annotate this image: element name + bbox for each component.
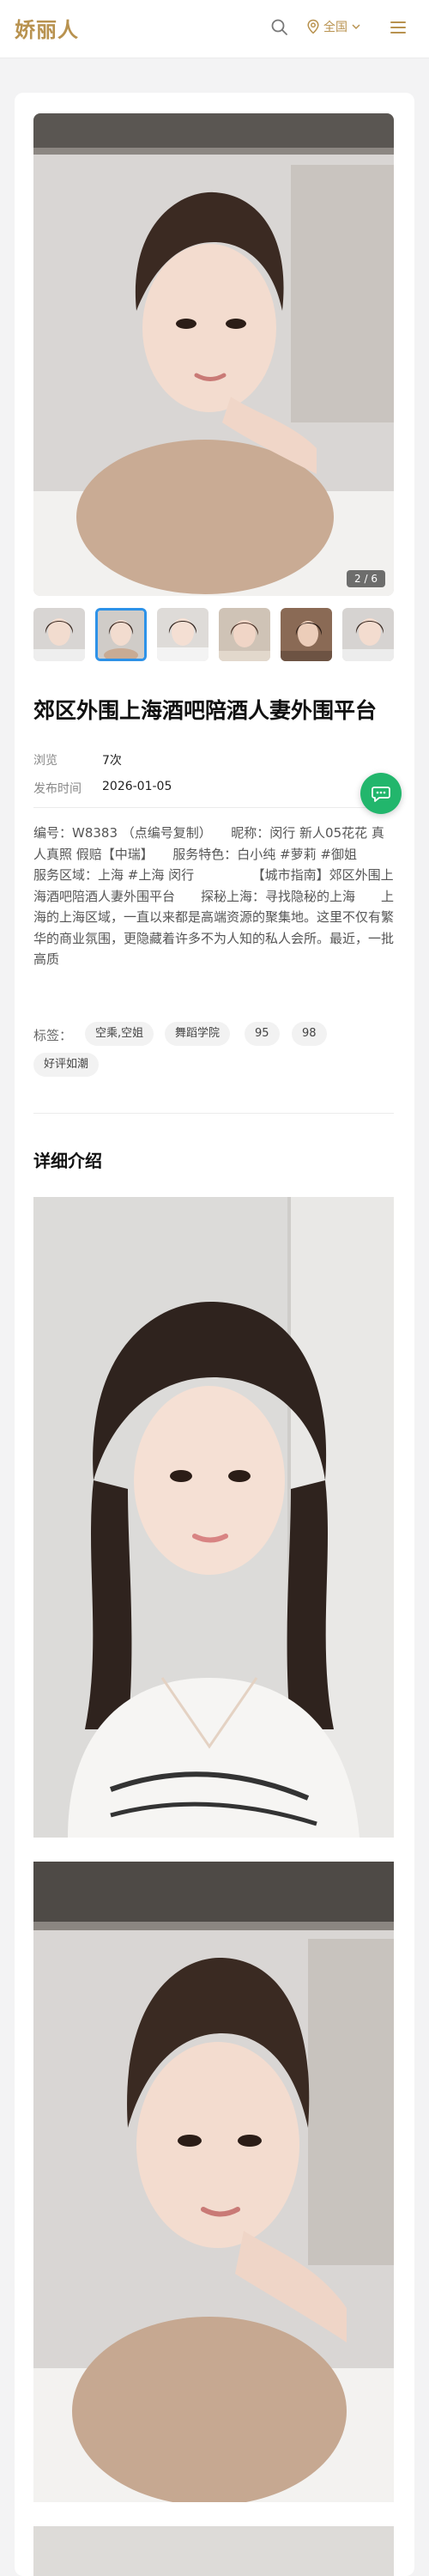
date-value: 2026-01-05 xyxy=(102,780,172,793)
detail-photo-3-image xyxy=(33,2526,394,2576)
hamburger-menu-icon[interactable] xyxy=(388,17,408,38)
photo-counter: 2 / 6 xyxy=(347,570,385,587)
chat-button[interactable] xyxy=(360,773,402,814)
location-pin-icon xyxy=(307,19,319,34)
views-label: 浏览 xyxy=(33,754,57,768)
tag-item[interactable]: 98 xyxy=(292,1022,327,1046)
tag-item[interactable]: 舞蹈学院 xyxy=(165,1022,231,1046)
thumbnail-2[interactable] xyxy=(95,608,147,661)
location-label: 全国 xyxy=(323,21,347,34)
site-header: 娇丽人 全国 xyxy=(0,0,429,58)
detail-photo-3[interactable] xyxy=(33,2526,394,2576)
thumbnail-6[interactable] xyxy=(342,608,394,661)
section-divider xyxy=(33,1113,394,1114)
tag-item[interactable]: 95 xyxy=(245,1022,280,1046)
chat-bubble-icon xyxy=(372,787,390,802)
date-label: 发布时间 xyxy=(33,782,82,796)
main-photo[interactable]: 2 / 6 xyxy=(33,113,394,596)
thumbnail-3[interactable] xyxy=(157,608,208,661)
detail-photo-1-image xyxy=(33,1197,394,1838)
detail-photo-2-image xyxy=(33,1862,394,2502)
thumbnail-5[interactable] xyxy=(281,608,332,661)
tags-label: 标签： xyxy=(33,1028,73,1043)
thumbnail-4[interactable] xyxy=(219,608,270,661)
thumbnail-1[interactable] xyxy=(33,608,85,661)
views-value: 7次 xyxy=(102,754,122,768)
tag-item[interactable]: 空乘,空姐 xyxy=(85,1022,154,1046)
detail-photo-1[interactable] xyxy=(33,1197,394,1838)
chevron-down-icon xyxy=(352,24,360,30)
meta-divider xyxy=(33,807,394,808)
post-description: 编号：W8383 （点编号复制） 昵称：闵行 新人05花花 真人真照 假赔【中瑞… xyxy=(33,825,395,967)
site-logo[interactable]: 娇丽人 xyxy=(15,13,79,43)
detail-section-title: 详细介绍 xyxy=(33,1151,102,1171)
detail-photo-2[interactable] xyxy=(33,1862,394,2502)
location-selector[interactable]: 全国 xyxy=(306,18,361,35)
search-icon[interactable] xyxy=(269,17,290,38)
portrait-photo xyxy=(33,113,394,596)
thumbnail-strip xyxy=(33,608,394,663)
post-title: 郊区外围上海酒吧陪酒人妻外围平台 xyxy=(33,698,378,723)
tag-item[interactable]: 好评如潮 xyxy=(33,1053,100,1077)
post-card: 2 / 6 郊区外围上海酒吧陪酒人妻外围平台 浏览 7次 发布时间 2026-0… xyxy=(15,93,414,2576)
